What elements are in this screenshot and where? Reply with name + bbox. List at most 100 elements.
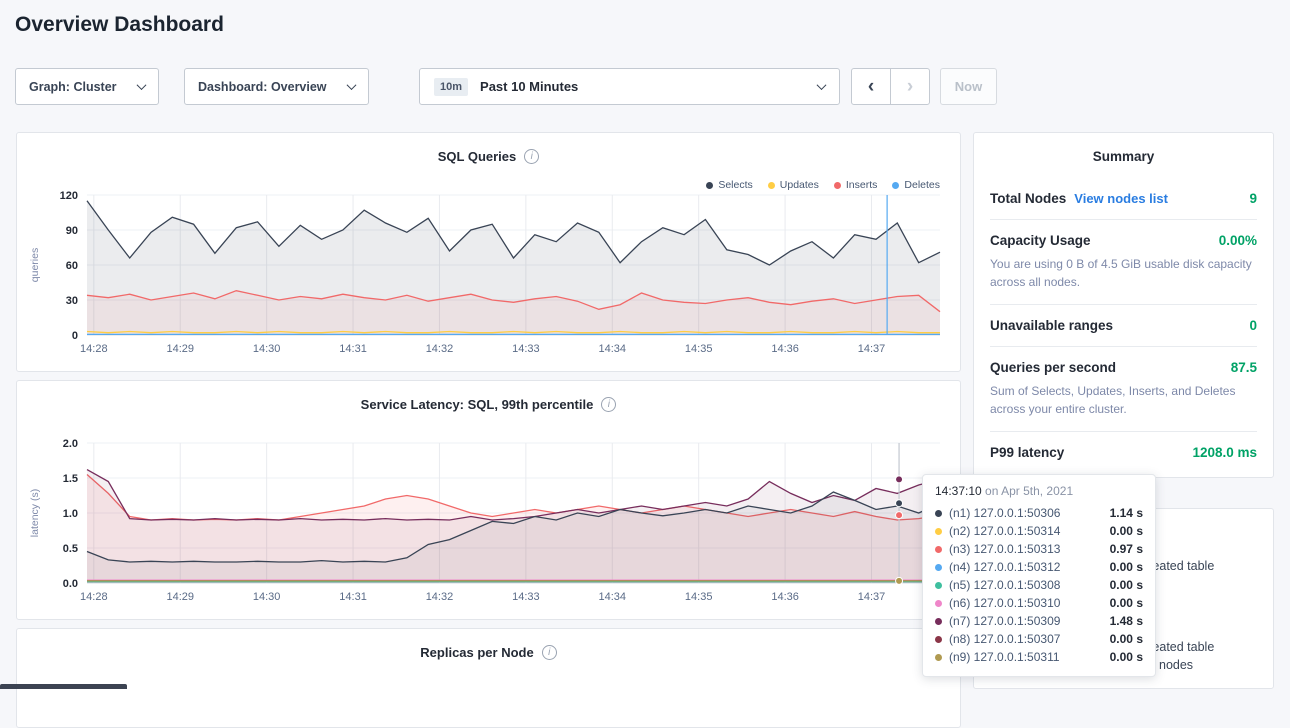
tooltip-row: (n3) 127.0.0.1:50313 0.97 s [935, 540, 1143, 558]
replicas-per-node-chart-title: Replicas per Node [420, 645, 533, 660]
svg-text:14:34: 14:34 [599, 591, 627, 603]
time-next-button[interactable]: › [890, 68, 930, 105]
time-range-badge: 10m [434, 78, 468, 96]
service-latency-plot[interactable]: 0.0 0.5 1.0 1.5 2.0 14:28 14:29 14:30 14:31 14:32… [23, 433, 958, 607]
summary-p99-latency: P99 latency 1208.0 ms [990, 432, 1257, 477]
chevron-down-icon [817, 80, 827, 90]
page-title: Overview Dashboard [15, 13, 224, 37]
dashboard-dropdown-value: Overview [271, 80, 327, 94]
svg-text:14:29: 14:29 [166, 591, 194, 603]
svg-text:0.5: 0.5 [63, 543, 78, 555]
tooltip-row: (n8) 127.0.0.1:503070.00 s [935, 630, 1143, 648]
svg-text:60: 60 [66, 260, 78, 272]
replicas-per-node-chart-card: Replicas per Node i [16, 628, 961, 728]
sql-queries-plot[interactable]: 030609012014:2814:2914:3014:3114:3214:33… [23, 185, 958, 359]
node-latency-value: 0.00 s [1110, 596, 1143, 610]
node-color-dot [935, 582, 942, 589]
node-color-dot [935, 654, 942, 661]
info-icon[interactable]: i [524, 149, 539, 164]
dashboard-dropdown[interactable]: Dashboard: Overview [184, 68, 369, 105]
node-color-dot [935, 546, 942, 553]
svg-text:2.0: 2.0 [63, 438, 78, 450]
svg-text:latency (s): latency (s) [29, 489, 41, 537]
chart-hover-tooltip: 14:37:10 on Apr 5th, 2021 (n1) 127.0.0.1… [922, 474, 1156, 677]
node-address: (n6) 127.0.0.1:50310 [949, 596, 1060, 610]
svg-text:0.0: 0.0 [63, 578, 78, 590]
svg-text:90: 90 [66, 225, 78, 237]
svg-text:30: 30 [66, 295, 78, 307]
svg-text:14:34: 14:34 [599, 343, 627, 355]
sql-queries-chart-card: SQL Queries i Selects Updates Inserts De… [16, 132, 961, 372]
svg-text:14:28: 14:28 [80, 343, 108, 355]
svg-text:14:30: 14:30 [253, 343, 281, 355]
node-latency-value: 0.00 s [1110, 560, 1143, 574]
node-color-dot [935, 600, 942, 607]
qps-value: 87.5 [1231, 360, 1257, 375]
svg-text:1.0: 1.0 [63, 508, 78, 520]
svg-text:14:30: 14:30 [253, 591, 281, 603]
chevron-down-icon [137, 80, 147, 90]
svg-text:14:35: 14:35 [685, 343, 713, 355]
summary-capacity-usage: Capacity Usage 0.00% You are using 0 B o… [990, 220, 1257, 305]
qps-label: Queries per second [990, 360, 1116, 375]
tooltip-row: (n6) 127.0.0.1:50310 0.00 s [935, 594, 1143, 612]
dashboard-dropdown-label: Dashboard: [198, 80, 267, 94]
graph-dropdown-label: Graph: [29, 80, 70, 94]
svg-text:14:32: 14:32 [426, 591, 454, 603]
tooltip-row: (n5) 127.0.0.1:503080.00 s [935, 576, 1143, 594]
svg-text:queries: queries [29, 248, 41, 282]
node-address: (n1) 127.0.0.1:50306 [949, 506, 1060, 520]
summary-panel: Summary Total Nodes View nodes list 9 Ca… [973, 132, 1274, 478]
capacity-usage-label: Capacity Usage [990, 233, 1091, 248]
svg-text:14:29: 14:29 [166, 343, 194, 355]
total-nodes-label: Total Nodes [990, 191, 1066, 206]
tooltip-row: (n4) 127.0.0.1:50312 0.00 s [935, 558, 1143, 576]
node-latency-value: 0.00 s [1110, 524, 1143, 538]
node-address: (n3) 127.0.0.1:50313 [949, 542, 1060, 556]
time-range-label: Past 10 Minutes [480, 79, 578, 94]
svg-text:120: 120 [60, 190, 78, 202]
p99-latency-label: P99 latency [990, 445, 1064, 460]
node-color-dot [935, 636, 942, 643]
partial-tooltip-fragment [0, 684, 127, 689]
p99-latency-value: 1208.0 ms [1192, 445, 1257, 460]
node-color-dot [935, 618, 942, 625]
svg-text:14:36: 14:36 [771, 343, 799, 355]
svg-text:1.5: 1.5 [63, 473, 78, 485]
svg-text:14:33: 14:33 [512, 343, 540, 355]
summary-unavailable-ranges: Unavailable ranges 0 [990, 305, 1257, 347]
capacity-usage-value: 0.00% [1219, 233, 1257, 248]
node-latency-value: 1.48 s [1110, 614, 1143, 628]
graph-dropdown-value: Cluster [73, 80, 116, 94]
now-button[interactable]: Now [940, 68, 997, 105]
node-address: (n9) 127.0.0.1:50311 [949, 650, 1060, 664]
tooltip-row: (n7) 127.0.0.1:503091.48 s [935, 612, 1143, 630]
qps-description: Sum of Selects, Updates, Inserts, and De… [990, 382, 1257, 418]
tooltip-row: (n9) 127.0.0.1:503110.00 s [935, 648, 1143, 666]
service-latency-chart-title: Service Latency: SQL, 99th percentile [361, 397, 594, 412]
svg-text:14:31: 14:31 [339, 343, 367, 355]
summary-queries-per-second: Queries per second 87.5 Sum of Selects, … [990, 347, 1257, 432]
view-nodes-list-link[interactable]: View nodes list [1074, 191, 1168, 206]
summary-total-nodes: Total Nodes View nodes list 9 [990, 178, 1257, 220]
time-prev-button[interactable]: ‹ [851, 68, 891, 105]
svg-text:14:28: 14:28 [80, 591, 108, 603]
info-icon[interactable]: i [601, 397, 616, 412]
node-latency-value: 0.97 s [1110, 542, 1143, 556]
tooltip-row: (n2) 127.0.0.1:503140.00 s [935, 522, 1143, 540]
svg-text:14:37: 14:37 [858, 343, 886, 355]
svg-text:0: 0 [72, 330, 78, 342]
svg-text:14:36: 14:36 [771, 591, 799, 603]
node-address: (n4) 127.0.0.1:50312 [949, 560, 1060, 574]
time-range-picker[interactable]: 10m Past 10 Minutes [419, 68, 840, 105]
info-icon[interactable]: i [542, 645, 557, 660]
svg-text:14:31: 14:31 [339, 591, 367, 603]
tooltip-date: on Apr 5th, 2021 [982, 484, 1073, 498]
capacity-usage-description: You are using 0 B of 4.5 GiB usable disk… [990, 255, 1257, 291]
node-color-dot [935, 510, 942, 517]
node-address: (n5) 127.0.0.1:50308 [949, 578, 1060, 592]
graph-dropdown[interactable]: Graph: Cluster [15, 68, 159, 105]
event-item[interactable]: nodes [1159, 658, 1193, 672]
summary-title: Summary [990, 133, 1257, 178]
svg-text:14:35: 14:35 [685, 591, 713, 603]
